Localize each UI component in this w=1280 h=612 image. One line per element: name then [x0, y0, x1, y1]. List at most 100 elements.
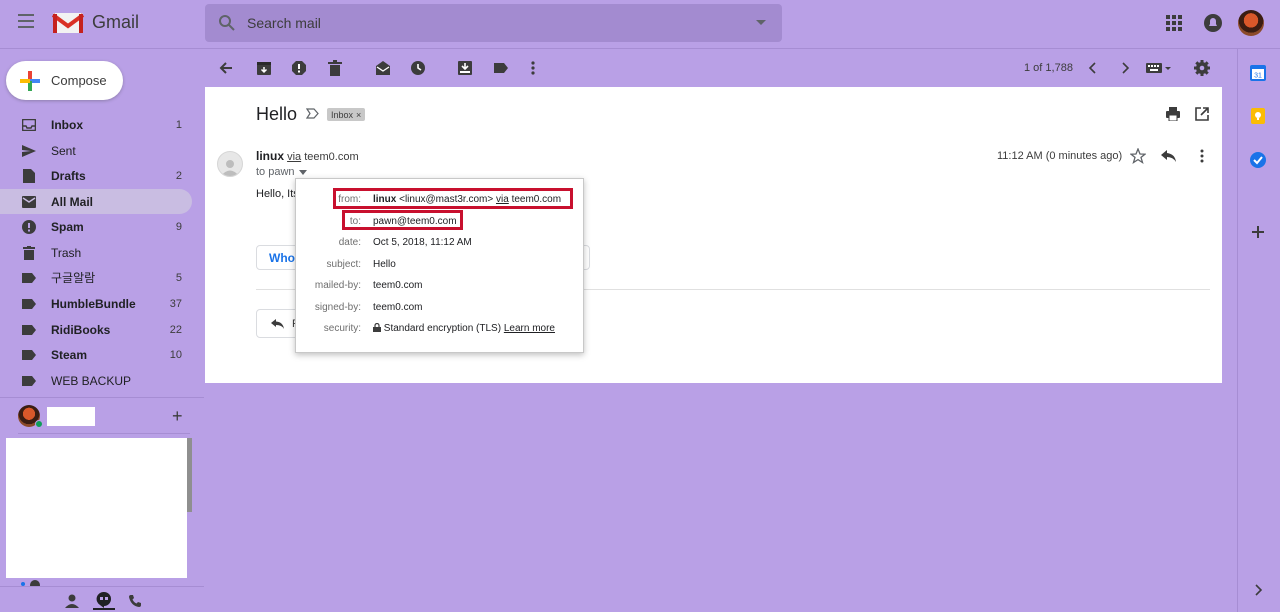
- new-conversation-button[interactable]: +: [172, 407, 183, 425]
- sidebar-item-trash[interactable]: Trash: [0, 240, 192, 265]
- hangouts-footer: [64, 592, 142, 610]
- label-icon: [494, 63, 508, 73]
- sidebar-item-label: Drafts: [51, 168, 86, 183]
- notifications-button[interactable]: [1203, 13, 1223, 33]
- side-panel-divider: [1237, 48, 1238, 612]
- input-tools-button[interactable]: [1146, 60, 1174, 76]
- chevron-right-icon: [1122, 62, 1130, 74]
- label-icon: [22, 324, 36, 335]
- reply-button[interactable]: [1161, 149, 1177, 163]
- email-body-preview: Hello, Its: [256, 188, 296, 200]
- sidebar-item-web-backup[interactable]: WEB BACKUP: [0, 368, 192, 393]
- newer-button[interactable]: [1085, 60, 1101, 76]
- via-domain: teem0.com: [304, 151, 359, 163]
- star-button[interactable]: [1130, 148, 1146, 164]
- more-vert-icon: [531, 61, 535, 75]
- account-avatar[interactable]: [1238, 10, 1264, 36]
- calendar-addon-button[interactable]: 31: [1250, 65, 1266, 81]
- details-date-value: Oct 5, 2018, 11:12 AM: [373, 237, 472, 248]
- label-chip-text: Inbox: [331, 109, 354, 120]
- apps-grid-icon: [1166, 15, 1182, 31]
- sidebar-item-label: Inbox: [51, 117, 83, 132]
- sidebar-item-spam[interactable]: Spam 9: [0, 214, 192, 239]
- open-in-new-icon: [1195, 107, 1209, 121]
- unread-count: 2: [175, 169, 182, 182]
- search-options-dropdown-icon[interactable]: [756, 20, 766, 26]
- recipient-details-toggle[interactable]: to pawn: [256, 166, 307, 178]
- person-icon[interactable]: [64, 594, 80, 608]
- smart-reply-label: Who: [269, 251, 295, 265]
- sidebar-item-humblebundle[interactable]: HumbleBundle 37: [0, 291, 192, 316]
- unread-count: 10: [169, 348, 182, 361]
- importance-marker[interactable]: [306, 108, 319, 119]
- learn-more-link[interactable]: Learn more: [504, 323, 555, 334]
- inbox-icon: [22, 118, 36, 131]
- mark-as-unread-button[interactable]: [375, 60, 391, 76]
- sidebar-item-ridibooks[interactable]: RidiBooks 22: [0, 317, 192, 342]
- online-status-icon: [35, 420, 43, 428]
- back-button[interactable]: [218, 60, 234, 76]
- sidebar-item-all-mail[interactable]: All Mail: [0, 189, 192, 214]
- gmail-logo[interactable]: Gmail: [52, 10, 139, 34]
- report-spam-icon: [292, 61, 306, 75]
- more-vert-icon: [1200, 149, 1204, 163]
- header-divider: [0, 48, 1280, 49]
- lock-icon: [373, 323, 381, 332]
- reply-icon: [1161, 150, 1176, 162]
- more-actions-button[interactable]: [525, 60, 541, 76]
- sidebar-item-inbox[interactable]: Inbox 1: [0, 112, 192, 137]
- hangouts-chat-tab[interactable]: [93, 592, 115, 610]
- search-input[interactable]: Search mail: [247, 15, 321, 31]
- older-button[interactable]: [1117, 60, 1133, 76]
- chevron-right-icon: [1255, 584, 1263, 596]
- plus-icon: [1252, 226, 1264, 238]
- email-subject: Hello: [256, 104, 298, 124]
- sender-name[interactable]: linux: [256, 149, 284, 163]
- report-spam-button[interactable]: [291, 60, 307, 76]
- unread-count: 37: [169, 297, 182, 310]
- hangouts-divider: [18, 433, 190, 434]
- open-in-new-window-button[interactable]: [1195, 107, 1209, 121]
- search-bar[interactable]: Search mail: [205, 4, 782, 42]
- sidebar-item-google-alerts[interactable]: 구글알람 5: [0, 265, 192, 290]
- arrow-back-icon: [219, 62, 232, 74]
- via-link[interactable]: via: [287, 151, 301, 163]
- show-side-panel-button[interactable]: [1250, 582, 1266, 598]
- remove-label-icon[interactable]: ×: [356, 110, 361, 120]
- labels-button[interactable]: [493, 60, 509, 76]
- label-icon: [22, 375, 36, 386]
- print-all-button[interactable]: [1166, 107, 1180, 121]
- delete-button[interactable]: [327, 60, 343, 76]
- hangouts-contact-list[interactable]: [6, 438, 187, 578]
- sidebar-item-steam[interactable]: Steam 10: [0, 342, 192, 367]
- keep-bulb-icon: [1251, 108, 1265, 124]
- phone-icon[interactable]: [128, 594, 142, 608]
- get-addons-button[interactable]: [1250, 224, 1266, 240]
- compose-button[interactable]: Compose: [6, 61, 123, 100]
- unread-count: 9: [175, 220, 182, 233]
- hangouts-quote-icon: [96, 592, 111, 608]
- keep-addon-button[interactable]: [1250, 108, 1266, 124]
- details-mailed-by-value: teem0.com: [373, 280, 423, 291]
- apps-button[interactable]: [1166, 15, 1182, 31]
- email-more-button[interactable]: [1198, 149, 1206, 163]
- sidebar-item-drafts[interactable]: Drafts 2: [0, 163, 192, 188]
- search-icon[interactable]: [218, 14, 236, 32]
- from-highlight-box: [333, 188, 573, 209]
- archive-button[interactable]: [256, 60, 272, 76]
- sidebar-item-label: RidiBooks: [51, 322, 111, 337]
- main-menu-button[interactable]: [18, 13, 40, 33]
- settings-button[interactable]: [1194, 60, 1210, 76]
- sidebar-item-label: WEB BACKUP: [51, 373, 132, 388]
- gmail-logo-text: Gmail: [92, 11, 140, 32]
- hangouts-scrollbar[interactable]: [187, 438, 192, 512]
- snooze-button[interactable]: [410, 60, 426, 76]
- hangouts-user-name[interactable]: [47, 407, 95, 426]
- tasks-addon-button[interactable]: [1250, 152, 1266, 168]
- label-icon: [22, 298, 36, 309]
- sidebar-item-sent[interactable]: Sent: [0, 138, 192, 163]
- sidebar-divider: [0, 397, 204, 398]
- details-key: subject:: [326, 259, 361, 270]
- sender-avatar[interactable]: [217, 151, 243, 177]
- move-to-button[interactable]: [457, 60, 473, 76]
